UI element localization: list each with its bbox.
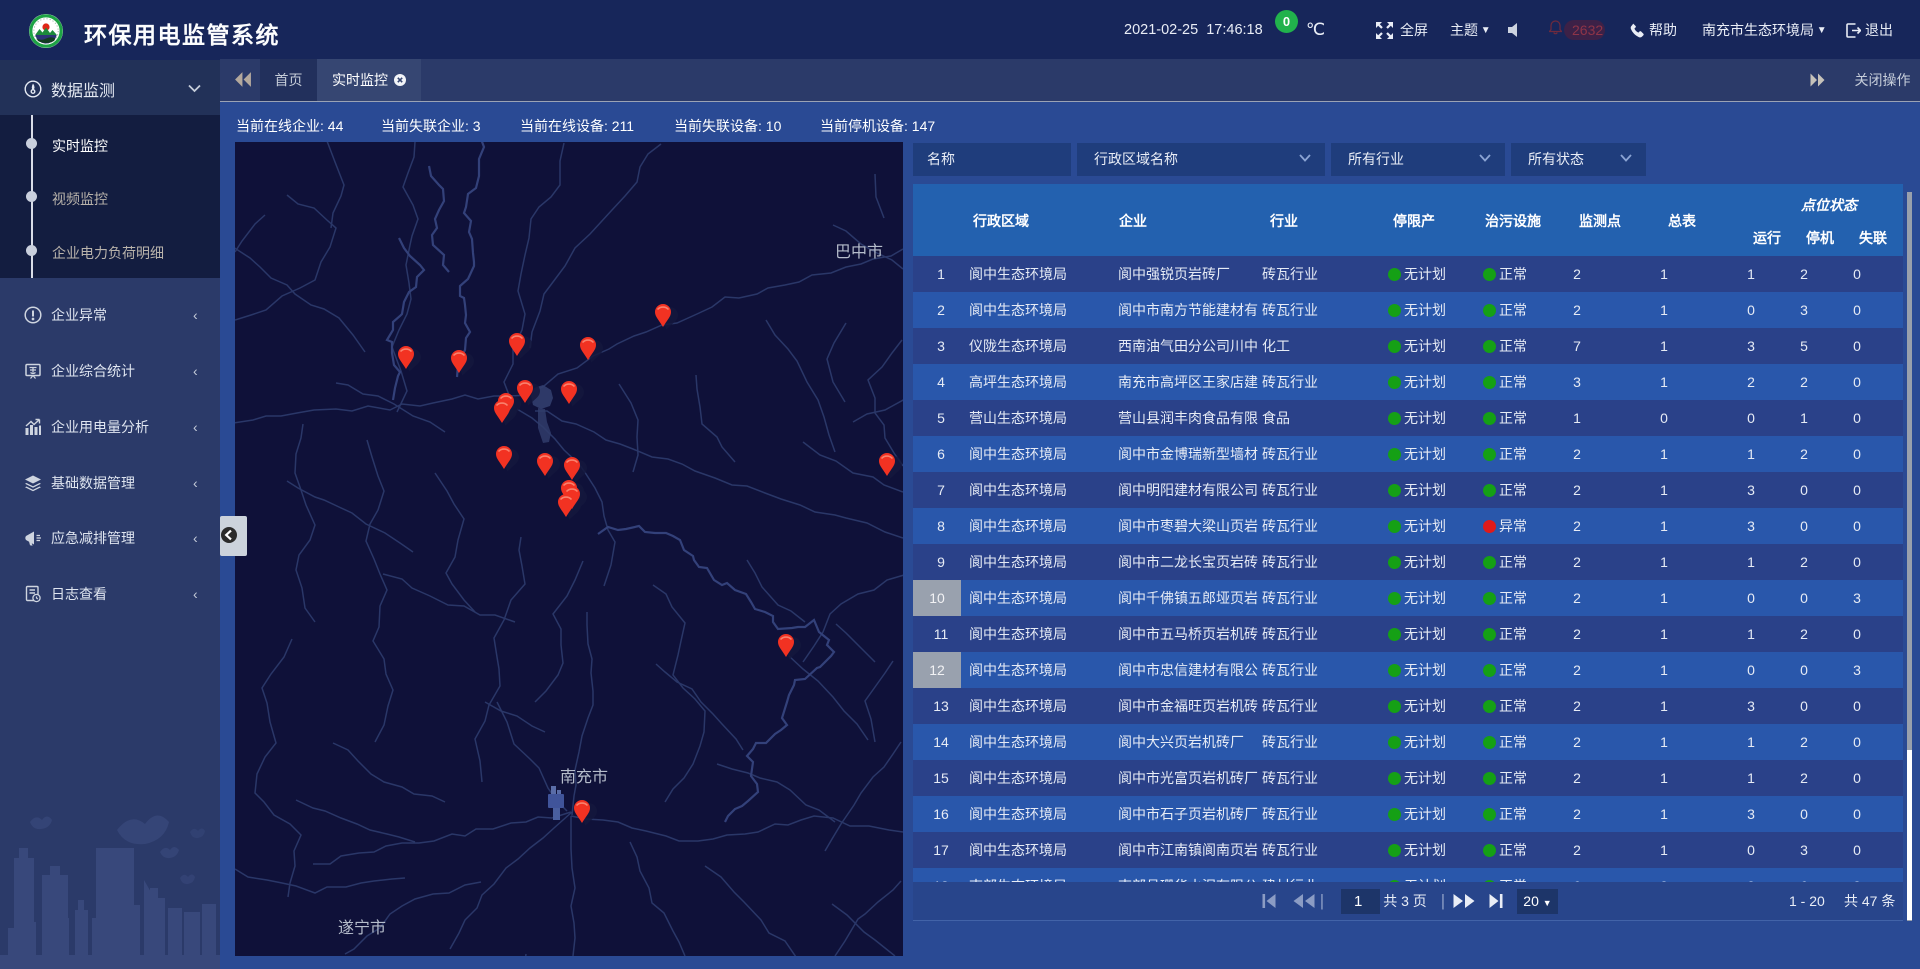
svg-text:遂宁市: 遂宁市 bbox=[338, 919, 386, 937]
svg-text:巴中市: 巴中市 bbox=[835, 243, 883, 261]
svg-text:南充市: 南充市 bbox=[560, 768, 608, 786]
